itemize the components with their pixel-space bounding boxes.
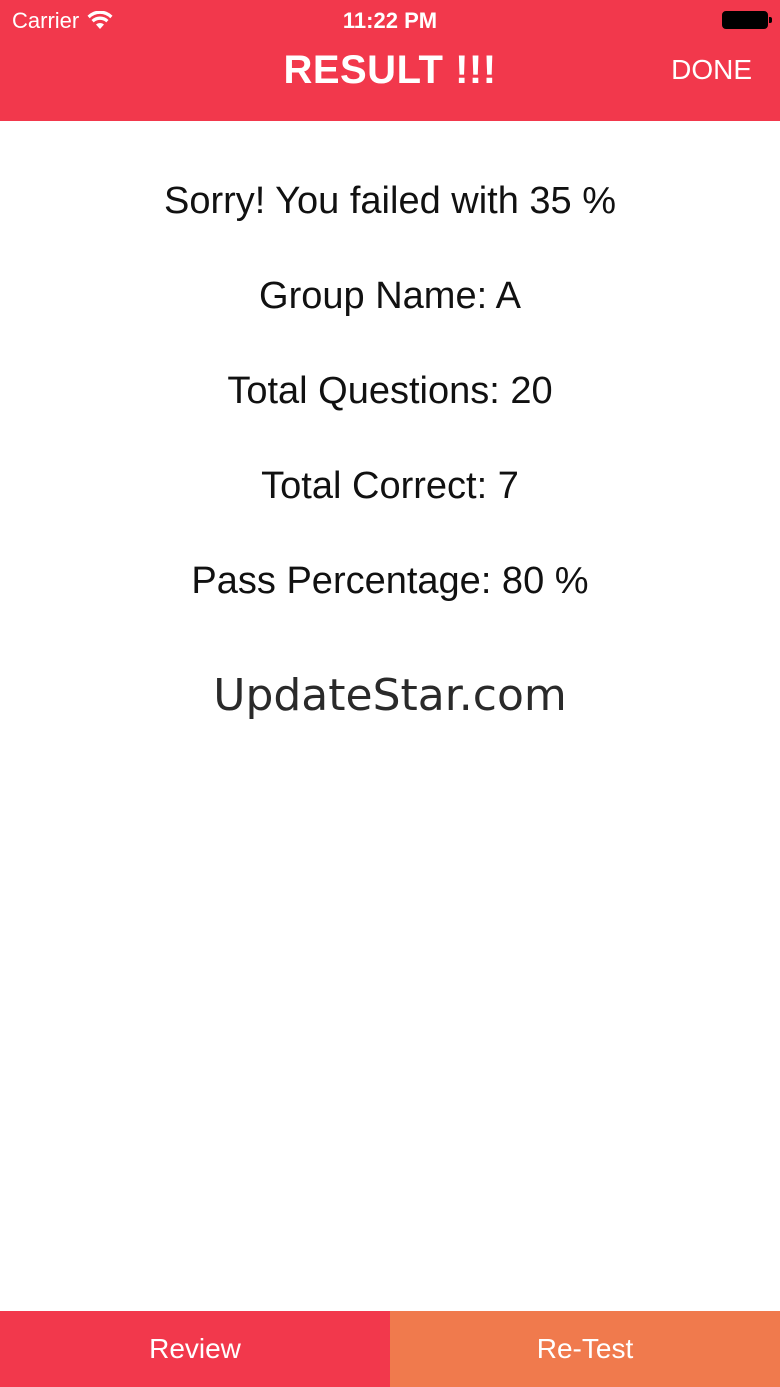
nav-header: Carrier 11:22 PM RESULT !!! DONE (0, 0, 780, 121)
status-time: 11:22 PM (342, 8, 438, 33)
watermark-text: UpdateStar.com (213, 670, 567, 721)
page-title: RESULT !!! (283, 48, 497, 92)
review-button[interactable]: Review (0, 1311, 390, 1387)
status-bar: Carrier 11:22 PM (0, 0, 780, 40)
group-name-text: Group Name: A (259, 275, 521, 317)
pass-percentage-text: Pass Percentage: 80 % (191, 560, 589, 602)
battery-icon (722, 11, 772, 29)
total-correct-text: Total Correct: 7 (261, 465, 519, 507)
result-message: Sorry! You failed with 35 % (163, 180, 617, 222)
bottom-action-bar: Review Re-Test (0, 1311, 780, 1387)
done-button[interactable]: DONE (671, 54, 752, 86)
total-questions-text: Total Questions: 20 (227, 370, 553, 412)
retest-button[interactable]: Re-Test (390, 1311, 780, 1387)
